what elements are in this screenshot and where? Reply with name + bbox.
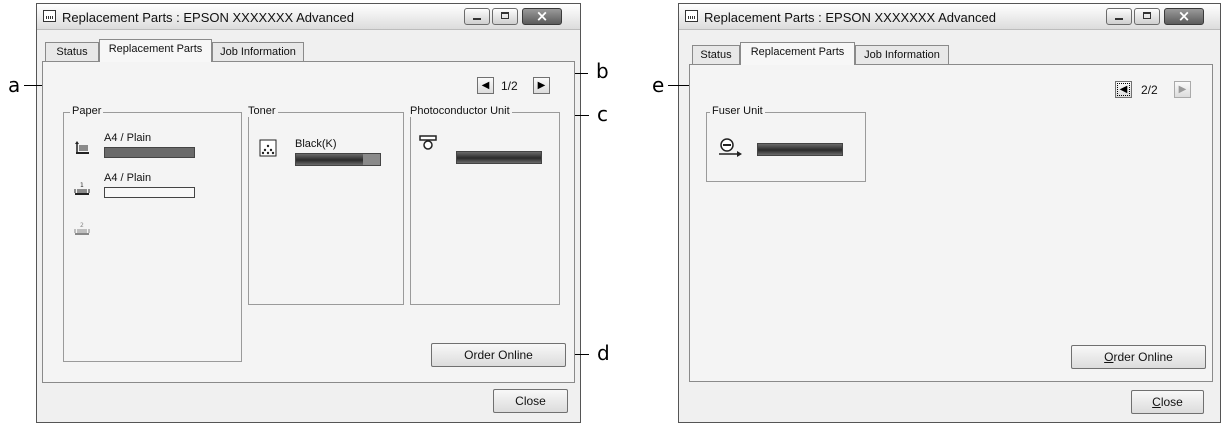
minimize-button[interactable] [1106,8,1132,25]
toner-black-level-fill [296,154,364,165]
toner-group: Toner Black(K) [246,105,404,305]
paper-group: Paper A4 / Plain 1 A4 / Plain 2 [63,105,242,362]
photoconductor-icon [419,135,437,150]
window-title: Replacement Parts : EPSON XXXXXXX Advanc… [704,10,996,25]
svg-text:2: 2 [80,222,84,229]
callout-d: d [597,341,610,365]
tab-job-information[interactable]: Job Information [855,45,949,65]
order-online-label: Order Online [1104,350,1173,364]
paper-tray-mp-label: A4 / Plain [104,132,152,144]
close-button[interactable]: Close [493,389,568,413]
fuser-unit-group: Fuser Unit [706,105,866,182]
close-window-button[interactable]: × [1164,7,1204,25]
callout-c: c [597,102,608,126]
mp-tray-icon [75,141,89,154]
photoconductor-group-title: Photoconductor Unit [408,105,512,117]
tab-replacement-parts-label: Replacement Parts [750,46,845,58]
order-online-label: Order Online [464,348,533,362]
previous-page-button[interactable]: ◀ [1115,81,1132,98]
printer-app-icon [685,10,698,22]
toner-black-level-bar [295,153,381,166]
order-online-button[interactable]: Order Online [431,343,566,367]
fuser-unit-icon [719,138,742,157]
replacement-parts-window-1: Replacement Parts : EPSON XXXXXXX Advanc… [36,3,581,423]
order-online-button[interactable]: Order Online [1071,345,1206,369]
callout-e: e [652,73,665,97]
toner-cartridge-icon [259,139,277,157]
title-bar: Replacement Parts : EPSON XXXXXXX Advanc… [37,4,580,30]
photoconductor-level-bar [456,151,542,164]
maximize-button[interactable] [492,8,518,25]
toner-black-label: Black(K) [295,138,337,150]
next-page-button[interactable]: ▶ [533,77,550,94]
paper-tray-1-level-bar [104,187,195,198]
callout-a: a [8,73,21,97]
title-bar: Replacement Parts : EPSON XXXXXXX Advanc… [679,4,1220,30]
replacement-parts-window-2: Replacement Parts : EPSON XXXXXXX Advanc… [678,3,1221,423]
close-window-button[interactable]: × [522,7,562,25]
window-title: Replacement Parts : EPSON XXXXXXX Advanc… [62,10,354,25]
close-button-label: Close [515,394,546,408]
close-button-label: Close [1152,395,1183,409]
svg-text:1: 1 [80,182,84,189]
tab-replacement-parts[interactable]: Replacement Parts [740,42,855,65]
fuser-unit-group-title: Fuser Unit [710,105,765,117]
tab-job-information-label: Job Information [220,46,296,58]
toner-group-title: Toner [246,105,278,117]
photoconductor-group: Photoconductor Unit [408,105,560,305]
paper-tray-mp-level-fill [105,148,194,157]
tray-2-icon: 2 [74,222,90,235]
page-indicator: 1/2 [501,79,518,93]
tray-1-icon: 1 [74,182,90,195]
tab-job-information[interactable]: Job Information [212,42,304,62]
paper-tray-mp-level-bar [104,147,195,158]
tab-status[interactable]: Status [45,42,99,62]
minimize-button[interactable] [464,8,490,25]
fuser-unit-level-fill [758,144,842,155]
paper-group-title: Paper [70,105,104,117]
page-indicator: 2/2 [1141,83,1158,97]
tab-status-label: Status [700,49,732,61]
previous-page-button[interactable]: ◀ [477,77,494,94]
tab-replacement-parts[interactable]: Replacement Parts [99,39,212,62]
replacement-parts-panel: ◀ 2/2 ▶ Fuser Unit Order Online [689,64,1213,382]
tab-status[interactable]: Status [692,45,740,65]
maximize-button[interactable] [1134,8,1160,25]
photoconductor-level-fill [457,152,541,163]
fuser-unit-level-bar [757,143,843,156]
paper-tray-1-label: A4 / Plain [104,172,152,184]
printer-app-icon [43,10,56,22]
tab-job-information-label: Job Information [864,49,940,61]
close-button[interactable]: Close [1131,390,1204,414]
tab-replacement-parts-label: Replacement Parts [108,43,203,55]
next-page-button[interactable]: ▶ [1174,81,1191,98]
callout-b: b [596,59,609,83]
close-icon: × [1177,7,1191,25]
replacement-parts-panel: ◀ 1/2 ▶ Paper A4 / Plain 1 A4 / Plain 2 … [42,61,575,383]
tab-status-label: Status [56,46,88,58]
close-icon: × [535,7,549,25]
